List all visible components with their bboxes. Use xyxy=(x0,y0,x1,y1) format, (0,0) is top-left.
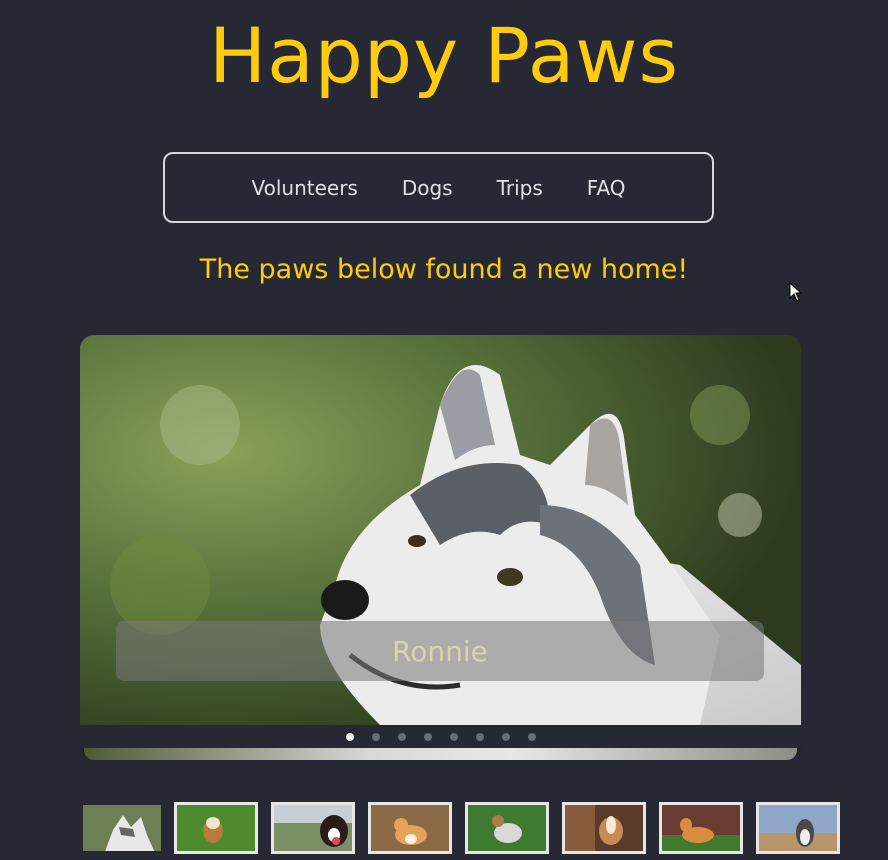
mouse-cursor-icon xyxy=(789,282,803,302)
indicator-dot-7[interactable] xyxy=(501,732,510,741)
husky-icon xyxy=(468,805,546,851)
indicator-dot-8[interactable] xyxy=(527,732,536,741)
caption-bar: Ronnie xyxy=(116,621,764,681)
indicator-dot-5[interactable] xyxy=(449,732,458,741)
corgi-icon xyxy=(371,805,449,851)
page: Happy Paws Volunteers Dogs Trips FAQ The… xyxy=(0,0,888,860)
nav-dogs[interactable]: Dogs xyxy=(402,176,453,200)
husky-icon xyxy=(83,805,161,851)
thumbnail-4[interactable] xyxy=(368,802,452,854)
nav-trips[interactable]: Trips xyxy=(497,176,543,200)
thumbnail-3[interactable] xyxy=(271,802,355,854)
nav-volunteers[interactable]: Volunteers xyxy=(251,176,357,200)
carousel-bottom-edge xyxy=(84,748,797,760)
indicator-dot-3[interactable] xyxy=(397,732,406,741)
corgi-icon xyxy=(662,805,740,851)
thumbnail-1[interactable] xyxy=(80,802,164,854)
indicator-dot-4[interactable] xyxy=(423,732,432,741)
bernese-icon xyxy=(274,805,352,851)
husky-icon xyxy=(759,805,837,851)
thumbnail-7[interactable] xyxy=(659,802,743,854)
thumbnail-5[interactable] xyxy=(465,802,549,854)
beagle-icon xyxy=(177,805,255,851)
thumbnail-strip xyxy=(80,802,850,860)
beagle-icon xyxy=(565,805,643,851)
indicator-dot-1[interactable] xyxy=(345,732,354,741)
nav-faq[interactable]: FAQ xyxy=(587,176,626,200)
site-title: Happy Paws xyxy=(208,11,680,100)
thumbnail-8[interactable] xyxy=(756,802,840,854)
thumbnail-2[interactable] xyxy=(174,802,258,854)
indicator-dot-6[interactable] xyxy=(475,732,484,741)
carousel-indicators xyxy=(80,725,801,748)
thumbnail-6[interactable] xyxy=(562,802,646,854)
tagline: The paws below found a new home! xyxy=(199,254,689,285)
dog-carousel[interactable]: Ronnie xyxy=(80,335,801,760)
main-nav: Volunteers Dogs Trips FAQ xyxy=(163,152,714,223)
indicator-dot-2[interactable] xyxy=(371,732,380,741)
dog-name-caption: Ronnie xyxy=(392,634,488,668)
